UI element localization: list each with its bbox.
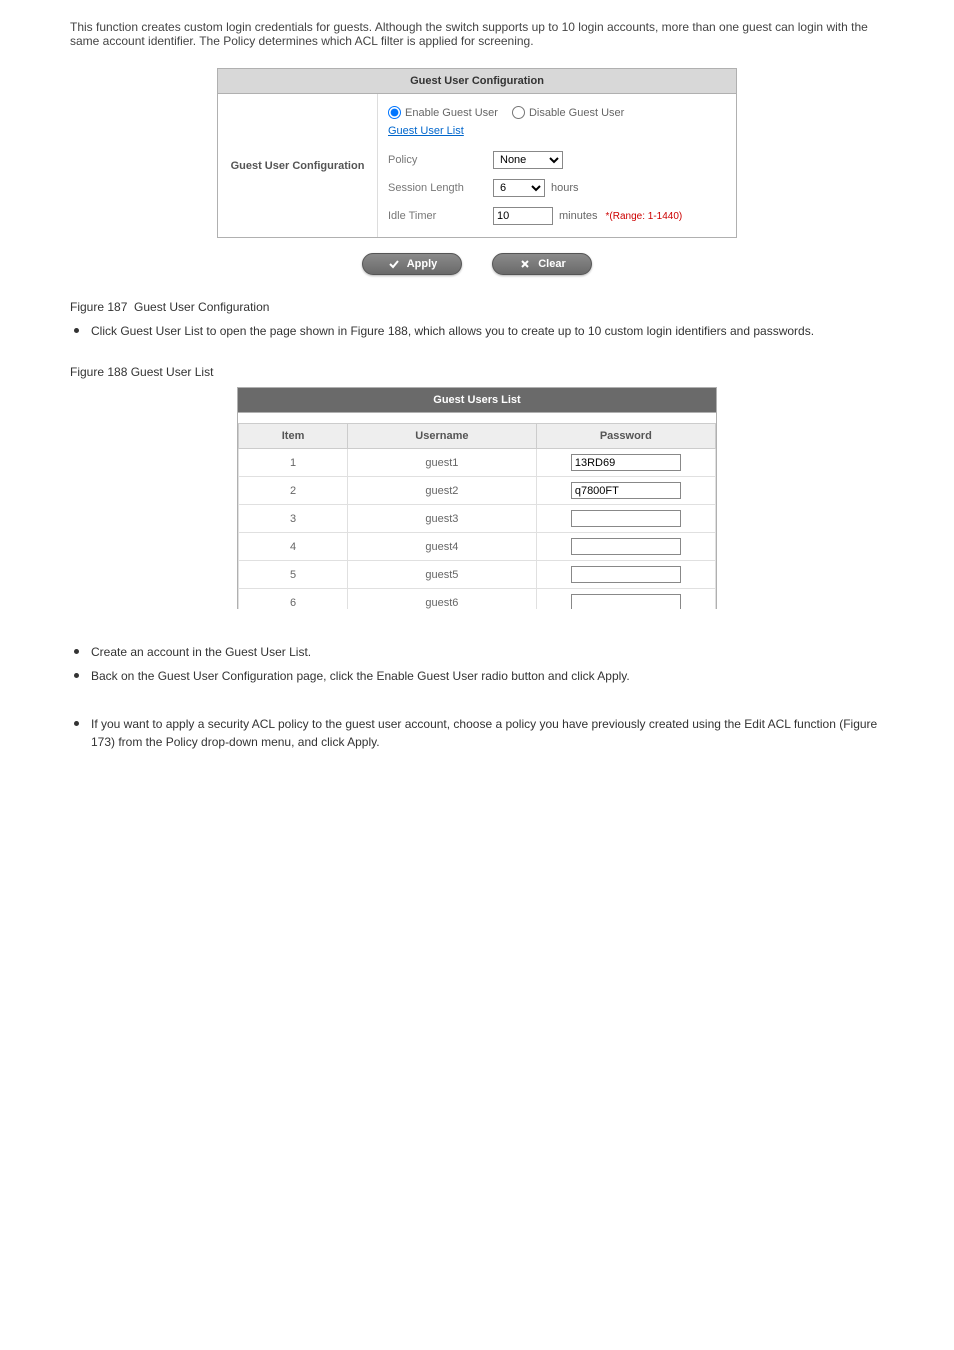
table-row: 3guest3 [239,505,716,533]
figure-caption: Figure 188 Guest User List [70,365,884,379]
col-item: Item [239,424,348,449]
check-icon [387,257,401,271]
password-input[interactable] [571,538,681,555]
password-cell [536,477,715,505]
panel-title: Guest User Configuration [218,69,736,94]
bullet-3: Back on the Guest User Configuration pag… [91,667,630,685]
disable-guest-radio[interactable] [512,106,525,119]
username-cell: guest1 [348,449,537,477]
password-cell [536,533,715,561]
password-cell [536,561,715,589]
password-cell [536,589,715,610]
username-cell: guest6 [348,589,537,610]
password-cell [536,449,715,477]
idle-range-hint: *(Range: 1-1440) [606,211,683,222]
bullet-2: Create an account in the Guest User List… [91,643,311,661]
bullet-icon [74,673,79,678]
item-cell: 3 [239,505,348,533]
username-cell: guest5 [348,561,537,589]
bullet-1: Click Guest User List to open the page s… [91,322,814,340]
guest-users-list-panel: Guest Users List Item Username Password … [237,387,717,609]
idle-timer-input[interactable] [493,207,553,225]
password-input[interactable] [571,566,681,583]
table-row: 2guest2 [239,477,716,505]
username-cell: guest4 [348,533,537,561]
table-row: 5guest5 [239,561,716,589]
table-row: 1guest1 [239,449,716,477]
password-input[interactable] [571,510,681,527]
item-cell: 6 [239,589,348,610]
bullet-4: If you want to apply a security ACL poli… [91,715,884,751]
bullet-icon [74,721,79,726]
item-cell: 4 [239,533,348,561]
enable-guest-label: Enable Guest User [405,107,498,119]
policy-label: Policy [388,154,493,166]
intro-paragraph: This function creates custom login crede… [70,20,884,48]
password-input[interactable] [571,594,681,609]
item-cell: 2 [239,477,348,505]
username-cell: guest2 [348,477,537,505]
table-row: 6guest6 [239,589,716,610]
col-username: Username [348,424,537,449]
bullet-icon [74,649,79,654]
section-label: Guest User Configuration [218,94,378,237]
policy-select[interactable]: None [493,151,563,169]
apply-button[interactable]: Apply [362,253,462,275]
clear-button[interactable]: Clear [492,253,592,275]
password-input[interactable] [571,482,681,499]
disable-guest-label: Disable Guest User [529,107,624,119]
user-list-title: Guest Users List [238,388,716,413]
enable-guest-radio[interactable] [388,106,401,119]
idle-timer-label: Idle Timer [388,210,493,222]
bullet-icon [74,328,79,333]
session-length-select[interactable]: 6 [493,179,545,197]
item-cell: 5 [239,561,348,589]
username-cell: guest3 [348,505,537,533]
table-row: 4guest4 [239,533,716,561]
password-input[interactable] [571,454,681,471]
item-cell: 1 [239,449,348,477]
col-password: Password [536,424,715,449]
x-icon [518,257,532,271]
session-unit: hours [551,182,579,194]
guest-user-list-link[interactable]: Guest User List [388,125,464,137]
session-length-label: Session Length [388,182,493,194]
guest-user-config-panel: Guest User Configuration Guest User Conf… [217,68,737,238]
idle-unit: minutes [559,210,598,222]
figure-caption-top: Figure 187 Guest User Configuration [70,300,884,314]
password-cell [536,505,715,533]
